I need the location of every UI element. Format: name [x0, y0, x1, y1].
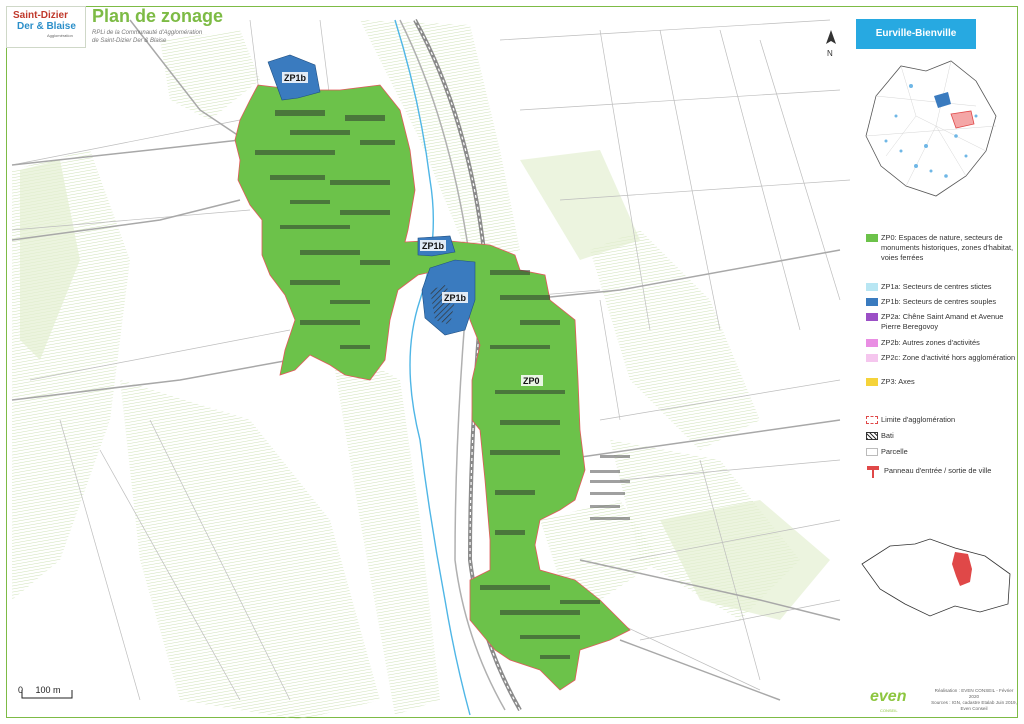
page-title: Plan de zonage	[92, 6, 224, 26]
subtitle-line1: RPLi de la Communauté d'Agglomération	[92, 30, 203, 36]
field-patches	[12, 20, 800, 720]
label-zp1b-main: ZP1b	[444, 293, 467, 303]
swatch-limite	[866, 416, 878, 424]
scale-label: 0 100 m	[18, 685, 61, 695]
north-label: N	[827, 49, 833, 58]
logo-line3: Agglomération	[47, 33, 73, 38]
logo: Saint-Dizier Der & Blaise Agglomération	[6, 6, 86, 48]
even-logo: even	[870, 688, 907, 705]
label-zp0: ZP0	[523, 376, 540, 386]
legend-label-parcelle: Parcelle	[881, 447, 908, 456]
sign-icon	[867, 466, 879, 478]
swatch-zp1b	[866, 298, 878, 306]
credits-line3: Even Conseil	[960, 706, 988, 711]
credits-line1: Réalisation : EVEN CONSEIL - Février 202…	[934, 688, 1014, 699]
swatch-zp2a	[866, 313, 878, 321]
legend-label-zp2a: ZP2a: Chêne Saint Amand et Avenue Pierre…	[881, 312, 1004, 331]
legend-label-zp1b: ZP1b: Secteurs de centres souples	[881, 297, 997, 306]
label-zp1b-north: ZP1b	[284, 73, 307, 83]
legend-label-limite: Limite d'agglomération	[881, 415, 956, 424]
legend-label-zp1a: ZP1a: Secteurs de centres stictes	[881, 282, 992, 291]
commune-title: Eurville-Bienville	[856, 19, 976, 49]
swatch-parcelle	[866, 448, 878, 456]
legend-label-bati: Bati	[881, 431, 894, 440]
swatch-zp2c	[866, 354, 878, 362]
legend-label-panneau: Panneau d'entrée / sortie de ville	[884, 466, 992, 475]
zoning-map[interactable]: ZP1b ZP1b ZP1b ZP0 N	[0, 0, 850, 724]
swatch-zp2b	[866, 339, 878, 347]
legend-label-zp2c: ZP2c: Zone d'activité hors agglomération	[881, 353, 1016, 362]
even-logo-sub: CONSEIL	[880, 708, 898, 713]
subtitle-line2: de Saint-Dizier Der & Blaise	[92, 38, 167, 44]
locator-map-agglomeration	[861, 538, 1011, 617]
legend-label-zp3: ZP3: Axes	[881, 377, 915, 386]
legend-label-zp2b: ZP2b: Autres zones d'activités	[881, 338, 980, 347]
swatch-zp3	[866, 378, 878, 386]
swatch-bati	[866, 432, 878, 440]
swatch-zp1a	[866, 283, 878, 291]
legend-label-zp0: ZP0: Espaces de nature, secteurs de monu…	[881, 233, 1014, 262]
logo-line1: Saint-Dizier	[13, 10, 69, 21]
label-zp1b-center: ZP1b	[422, 241, 445, 251]
locator-map-commune	[865, 60, 997, 197]
credits: Réalisation : EVEN CONSEIL - Février 202…	[930, 688, 1018, 712]
swatch-zp0	[866, 234, 878, 242]
north-arrow-icon: N	[826, 30, 836, 58]
logo-line2: Der & Blaise	[17, 21, 76, 32]
legend-panel: Eurville-Bienville ZP0: Espaces de natur…	[850, 12, 1018, 712]
